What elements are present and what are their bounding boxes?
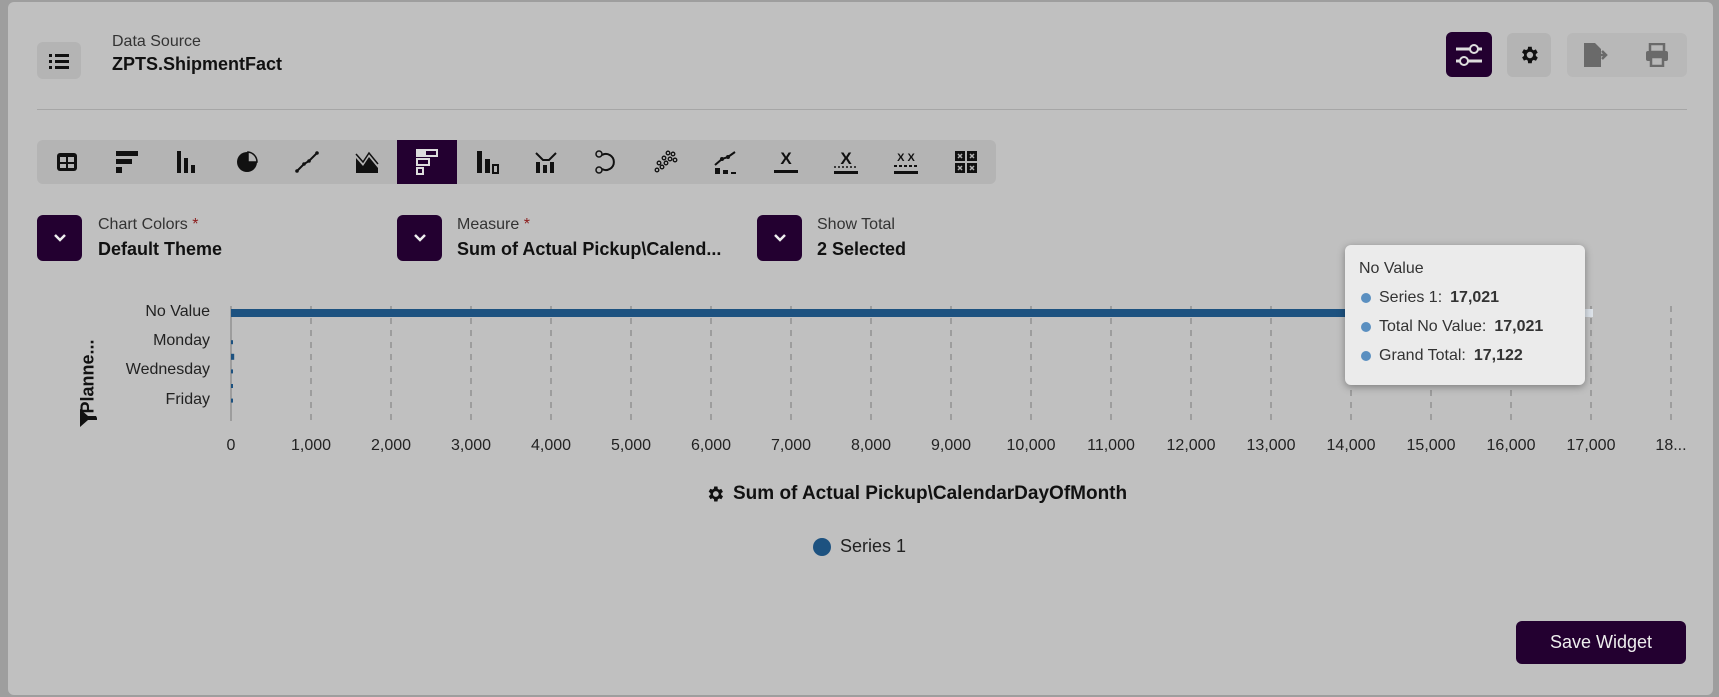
legend-marker — [813, 537, 831, 556]
x-tick-label: 1,000 — [290, 437, 332, 454]
x-tick-label: 17,000 — [1566, 437, 1616, 454]
y-tick-label: Friday — [165, 390, 210, 408]
legend-label: Series 1 — [840, 536, 907, 556]
x-tick-label: 16,000 — [1486, 437, 1536, 454]
x-tick-label: 3,000 — [450, 437, 492, 454]
y-tick-label: Wednesday — [125, 361, 210, 379]
tooltip-row-label: Total No Value: — [1379, 318, 1487, 335]
bar-series-1[interactable] — [231, 384, 233, 388]
x-tick-label: 15,000 — [1406, 437, 1456, 454]
x-tick-label: 0 — [226, 437, 236, 454]
tooltip-row-label: Grand Total: — [1379, 347, 1466, 364]
legend-item-series-1[interactable]: Series 1 — [813, 536, 906, 557]
x-tick-label: 9,000 — [930, 437, 972, 454]
tooltip-row-label: Series 1: — [1379, 289, 1443, 306]
x-tick-label: 14,000 — [1326, 437, 1376, 454]
bar-series-1[interactable] — [231, 353, 235, 360]
tooltip-title: No Value — [1359, 260, 1424, 277]
x-axis-title-text: Sum of Actual Pickup\CalendarDayOfMonth — [733, 483, 1128, 504]
tooltip-row-value: 17,122 — [1473, 347, 1523, 364]
tooltip-row: Series 1: 17,021 — [1361, 289, 1499, 307]
save-widget-button[interactable]: Save Widget — [1516, 621, 1686, 664]
x-tick-label: 18... — [1655, 437, 1687, 454]
x-tick-label: 5,000 — [610, 437, 652, 454]
tooltip-row-value: 17,021 — [1450, 289, 1500, 306]
bar-series-1[interactable] — [231, 398, 233, 403]
x-tick-label: 7,000 — [770, 437, 812, 454]
chart-tooltip: No Value Series 1: 17,021 Total No Value:… — [1345, 245, 1585, 385]
tooltip-row: Grand Total: 17,122 — [1361, 347, 1523, 365]
x-tick-label: 6,000 — [690, 437, 732, 454]
x-tick-label: 13,000 — [1246, 437, 1296, 454]
x-axis-title[interactable]: Sum of Actual Pickup\CalendarDayOfMonth — [705, 483, 1127, 505]
x-tick-label: 11,000 — [1087, 437, 1135, 454]
series-dot — [1361, 322, 1371, 332]
series-dot — [1361, 351, 1371, 361]
gear-icon — [708, 486, 723, 502]
bar-series-1[interactable] — [231, 369, 233, 374]
y-tick-label: No Value — [145, 303, 210, 320]
x-tick-label: 2,000 — [370, 437, 412, 454]
series-dot — [1361, 293, 1371, 303]
x-tick-label: 8,000 — [850, 437, 892, 454]
x-tick-label: 10,000 — [1006, 437, 1056, 454]
bar-series-1[interactable] — [231, 340, 233, 345]
x-tick-label: 12,000 — [1166, 437, 1216, 454]
x-tick-label: 4,000 — [530, 437, 572, 454]
tooltip-row-value: 17,021 — [1494, 318, 1544, 335]
tooltip-row: Total No Value: 17,021 — [1361, 318, 1543, 336]
y-tick-label: Monday — [153, 332, 210, 350]
